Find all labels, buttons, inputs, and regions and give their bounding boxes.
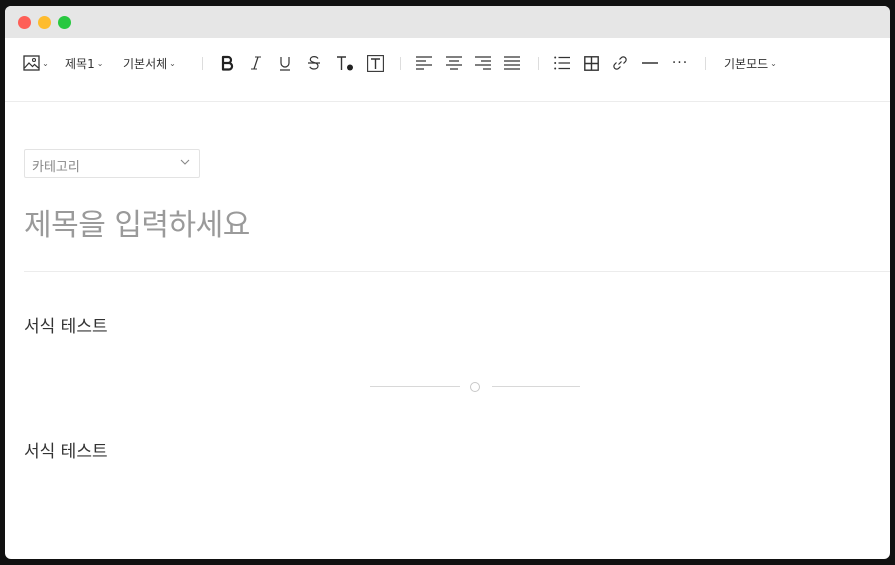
strikethrough-button[interactable] (304, 52, 324, 74)
insert-image-button[interactable]: ⌄ (22, 52, 50, 74)
heading-select[interactable]: 제목1 ⌄ (65, 52, 103, 74)
toolbar-divider (202, 57, 203, 70)
horizontal-rule-button[interactable] (640, 52, 660, 74)
toolbar-divider (538, 57, 539, 70)
link-icon (613, 56, 627, 70)
bold-button[interactable] (217, 52, 237, 74)
editor-window: ⌄ 제목1 ⌄ 기본서체 ⌄ ··· 기본모드 ⌄ 카테고리 제목을 입력하세요… (5, 6, 890, 559)
align-right-icon (475, 56, 491, 70)
strikethrough-icon (308, 55, 320, 70)
align-left-icon (416, 56, 432, 70)
chevron-down-icon: ⌄ (42, 58, 49, 68)
italic-button[interactable] (246, 52, 266, 74)
more-icon: ··· (671, 55, 689, 71)
text-background-button[interactable] (365, 52, 385, 74)
chevron-down-icon: ⌄ (770, 58, 777, 68)
close-window-button[interactable] (18, 16, 31, 29)
text-background-icon (366, 54, 384, 72)
align-center-icon (446, 56, 462, 70)
body-paragraph[interactable]: 서식 테스트 (24, 312, 108, 337)
chevron-down-icon: ⌄ (169, 58, 176, 68)
horizontal-line-icon (642, 62, 658, 64)
horizontal-rule-line (370, 386, 460, 387)
heading-select-label: 제목1 (65, 56, 95, 71)
text-color-icon (337, 56, 353, 71)
minimize-window-button[interactable] (38, 16, 51, 29)
maximize-window-button[interactable] (58, 16, 71, 29)
horizontal-rule-circle (470, 382, 480, 392)
more-options-button[interactable]: ··· (669, 52, 691, 74)
body-paragraph[interactable]: 서식 테스트 (24, 437, 108, 462)
align-center-button[interactable] (444, 52, 464, 74)
title-input[interactable]: 제목을 입력하세요 (24, 200, 250, 244)
underline-button[interactable] (275, 52, 295, 74)
bullet-list-icon (554, 56, 570, 70)
toolbar-divider (705, 57, 706, 70)
font-select-label: 기본서체 (123, 56, 168, 71)
align-right-button[interactable] (473, 52, 493, 74)
chevron-down-icon (180, 159, 190, 165)
category-select[interactable]: 카테고리 (24, 149, 200, 178)
category-placeholder: 카테고리 (32, 160, 80, 175)
insert-link-button[interactable] (610, 52, 630, 74)
editor-toolbar: ⌄ 제목1 ⌄ 기본서체 ⌄ ··· 기본모드 ⌄ (5, 38, 890, 102)
title-bar (5, 6, 890, 38)
bullet-list-button[interactable] (552, 52, 572, 74)
mode-select-label: 기본모드 (724, 56, 769, 71)
image-icon (23, 55, 40, 71)
horizontal-rule-line (492, 386, 580, 387)
chevron-down-icon: ⌄ (96, 58, 104, 68)
align-justify-icon (504, 56, 520, 70)
toolbar-divider (400, 57, 401, 70)
bold-icon (221, 55, 234, 71)
underline-icon (280, 57, 290, 71)
align-left-button[interactable] (414, 52, 434, 74)
align-justify-button[interactable] (502, 52, 522, 74)
font-select[interactable]: 기본서체 ⌄ (123, 52, 176, 74)
insert-table-button[interactable] (581, 52, 601, 74)
text-color-button[interactable] (334, 52, 356, 74)
title-divider (24, 271, 890, 272)
italic-icon (251, 56, 261, 70)
table-icon (583, 55, 599, 71)
mode-select[interactable]: 기본모드 ⌄ (724, 52, 777, 74)
